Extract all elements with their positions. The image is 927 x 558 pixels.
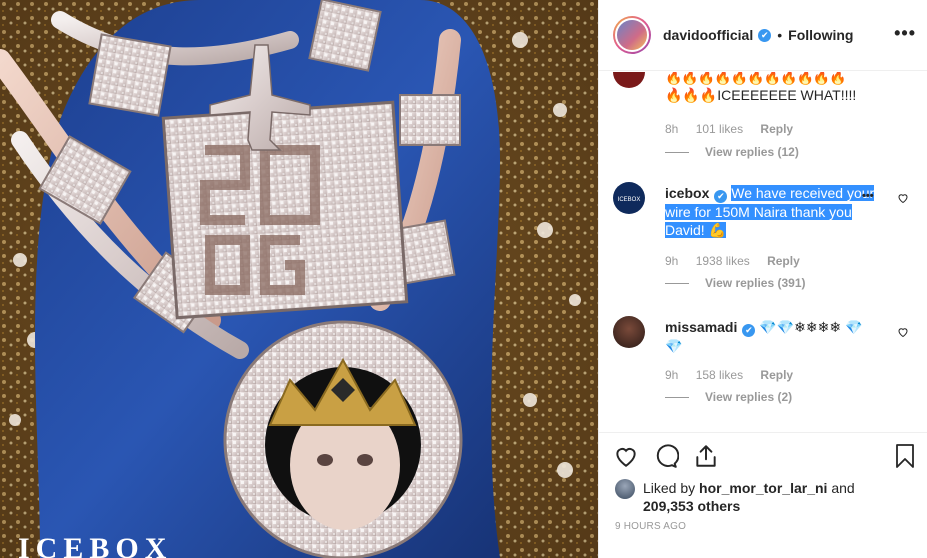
comment-time[interactable]: 9h [665,368,678,382]
heart-icon[interactable] [897,192,909,204]
avatar[interactable] [613,16,651,54]
following-button[interactable]: Following [788,27,853,43]
header-username[interactable]: davidoofficial [663,27,753,43]
comment-time[interactable]: 8h [665,122,678,136]
icebox-logo-icon: ICEBOX [618,197,641,203]
divider [665,283,689,285]
more-options-icon[interactable]: ••• [894,24,916,42]
verified-icon: ✔ [714,190,728,203]
verified-icon: ✔ [742,324,756,337]
view-replies-button[interactable]: View replies (2) [665,390,792,404]
comment-text-line: 🔥🔥🔥ICEEEEEEE WHAT!!!! [665,87,857,103]
comment-icon[interactable] [653,443,679,469]
bookmark-icon[interactable] [893,443,917,469]
comment-text: icebox ✔ We have received your wire for 1… [665,184,880,239]
comment-text: 🔥🔥🔥🔥🔥🔥🔥🔥🔥🔥🔥 🔥🔥🔥ICEEEEEEE WHAT!!!! [665,72,875,104]
comment-text: missamadi ✔ 💎💎❄❄❄❄ 💎💎 [665,318,875,355]
liked-by-conj: and [831,480,855,496]
divider [665,152,689,154]
liked-by-prefix: Liked by [643,480,696,496]
comment-more-icon[interactable]: ••• [862,190,874,202]
avatar[interactable]: ICEBOX [613,182,645,214]
post-actions: Liked by hor_mor_tor_lar_ni and 209,353 … [599,432,927,558]
comments-list[interactable]: 🔥🔥🔥🔥🔥🔥🔥🔥🔥🔥🔥 🔥🔥🔥ICEEEEEEE WHAT!!!! 8h 101… [599,72,927,432]
jewelry-image [0,0,598,558]
view-replies-label: View replies (12) [705,145,799,159]
share-icon[interactable] [693,443,719,469]
avatar[interactable] [615,479,635,499]
post-side-panel: davidoofficial ✔ • Following ••• 🔥🔥🔥🔥🔥🔥🔥… [598,0,927,558]
verified-icon: ✔ [758,28,772,42]
comment-meta: 9h 1938 likes Reply [665,254,814,268]
comment-meta: 9h 158 likes Reply [665,368,807,382]
action-icons [613,443,914,473]
view-replies-label: View replies (2) [705,390,793,404]
comment-username[interactable]: icebox [665,185,709,201]
comment-username[interactable]: missamadi [665,319,737,335]
view-replies-button[interactable]: View replies (391) [665,276,806,290]
avatar[interactable] [613,316,645,348]
liked-by-user[interactable]: hor_mor_tor_lar_ni [699,480,827,496]
view-replies-label: View replies (391) [705,276,806,290]
comment-likes[interactable]: 101 likes [696,122,743,136]
heart-icon[interactable] [613,443,639,469]
post-header: davidoofficial ✔ • Following ••• [599,0,927,71]
comment-meta: 8h 101 likes Reply [665,122,807,136]
separator-dot: • [777,27,783,43]
divider [665,397,689,399]
svg-text:ICEBOX: ICEBOX [618,197,641,203]
avatar[interactable] [613,72,645,88]
reply-button[interactable]: Reply [760,368,793,382]
comment-likes[interactable]: 1938 likes [696,254,750,268]
comment-likes[interactable]: 158 likes [696,368,743,382]
reply-button[interactable]: Reply [760,122,793,136]
post-timestamp[interactable]: 9 HOURS AGO [615,521,686,532]
liked-by-text: Liked by hor_mor_tor_lar_ni and 209,353 … [643,479,903,515]
post-photo[interactable]: ICEBOX [0,0,598,558]
heart-icon[interactable] [897,326,909,338]
reply-button[interactable]: Reply [767,254,800,268]
comment-time[interactable]: 9h [665,254,678,268]
comment-text-line: 🔥🔥🔥🔥🔥🔥🔥🔥🔥🔥🔥 [665,72,847,85]
view-replies-button[interactable]: View replies (12) [665,145,799,159]
icebox-watermark: ICEBOX [18,532,173,558]
liked-by: Liked by hor_mor_tor_lar_ni and 209,353 … [615,479,903,515]
liked-by-others[interactable]: 209,353 others [643,498,740,514]
